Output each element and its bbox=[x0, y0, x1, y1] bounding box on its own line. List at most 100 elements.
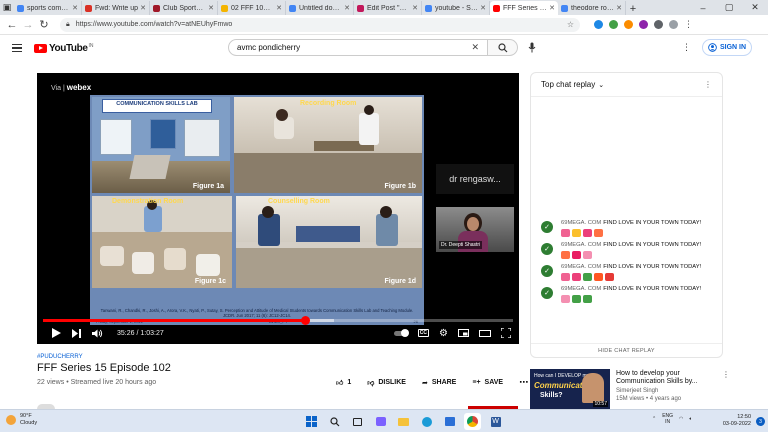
like-button[interactable]: 👍︎ 1 bbox=[336, 377, 351, 388]
chevron-down-icon[interactable]: ⌄ bbox=[598, 81, 604, 89]
browser-tab[interactable]: 02 FFF 102 - Go✕ bbox=[218, 1, 286, 15]
chat-title: Top chat replay bbox=[541, 80, 596, 89]
save-button[interactable]: ≡+ SAVE bbox=[472, 377, 503, 388]
chat-menu-icon[interactable]: ⋮ bbox=[704, 80, 712, 89]
youtube-logo[interactable]: YouTube IN bbox=[34, 43, 94, 54]
video-player[interactable]: Via | webex COMMUNICATION SKILLS LAB Fig… bbox=[37, 73, 519, 344]
bookmark-star-icon[interactable]: ☆ bbox=[567, 20, 574, 29]
maximize-icon[interactable]: ▢ bbox=[716, 2, 742, 13]
chat-author[interactable]: 69MEGA. COM bbox=[561, 286, 601, 292]
reload-icon[interactable]: ↻ bbox=[36, 18, 52, 31]
forward-icon[interactable]: → bbox=[20, 19, 36, 31]
verified-check-icon[interactable]: ✓ bbox=[541, 243, 553, 255]
browser-tab-strip: ▣ sports committee✕Fwd: Write up✕Club Sp… bbox=[0, 0, 768, 15]
edge-browser-icon[interactable] bbox=[418, 413, 435, 430]
microphone-icon[interactable] bbox=[526, 41, 538, 53]
share-button[interactable]: ➦ SHARE bbox=[422, 377, 456, 388]
close-tab-icon[interactable]: ✕ bbox=[208, 4, 214, 12]
new-tab-button[interactable]: + bbox=[626, 3, 640, 15]
clock[interactable]: 12:50 03-09-2022 bbox=[719, 414, 751, 428]
subtitles-icon[interactable]: CC bbox=[417, 329, 430, 337]
browser-tab[interactable]: theodore roose ✕ bbox=[558, 1, 626, 15]
windows-start-icon[interactable] bbox=[303, 413, 320, 430]
more-actions-icon[interactable]: ⋯ bbox=[519, 377, 528, 388]
close-window-icon[interactable]: ✕ bbox=[742, 2, 768, 13]
chat-app-icon[interactable] bbox=[372, 413, 389, 430]
search-icon[interactable] bbox=[326, 413, 343, 430]
close-tab-icon[interactable]: ✕ bbox=[276, 4, 282, 12]
menu-dots-icon[interactable]: ⋮ bbox=[684, 19, 693, 30]
chat-author[interactable]: 69MEGA. COM bbox=[561, 242, 601, 248]
extension-icon[interactable] bbox=[624, 20, 633, 29]
close-tab-icon[interactable]: ✕ bbox=[412, 4, 418, 12]
tab-title: FFF Series 15 E bbox=[503, 4, 548, 12]
chrome-icon[interactable] bbox=[464, 413, 481, 430]
search-input[interactable]: avmc pondicherry ✕ bbox=[228, 39, 488, 56]
autoplay-toggle[interactable] bbox=[393, 328, 409, 337]
browser-tab[interactable]: youtube - Sear ✕ bbox=[422, 1, 490, 15]
like-count: 1 bbox=[347, 379, 352, 386]
browser-tab[interactable]: Club Sports - H ✕ bbox=[150, 1, 218, 15]
close-tab-icon[interactable]: ✕ bbox=[480, 4, 486, 12]
recommended-title[interactable]: How to develop your Communication Skills… bbox=[616, 370, 726, 386]
profile-avatar[interactable] bbox=[669, 20, 678, 29]
puzzle-icon[interactable] bbox=[654, 20, 663, 29]
tab-actions-icon[interactable]: ▣ bbox=[0, 0, 14, 15]
close-tab-icon[interactable]: ✕ bbox=[72, 4, 78, 12]
task-view-icon[interactable] bbox=[349, 413, 366, 430]
miniplayer-icon[interactable] bbox=[458, 324, 469, 342]
close-tab-icon[interactable]: ✕ bbox=[549, 4, 555, 12]
browser-tab[interactable]: Fwd: Write up ✕ bbox=[82, 1, 150, 15]
recommended-menu-icon[interactable]: ⋮ bbox=[722, 370, 730, 379]
video-thumbnail[interactable]: How can I DEVELOP my Communication Skill… bbox=[530, 369, 610, 409]
chat-author[interactable]: 69MEGA. COM bbox=[561, 264, 601, 270]
next-icon[interactable] bbox=[67, 324, 85, 342]
extension-icon[interactable] bbox=[609, 20, 618, 29]
browser-tab[interactable]: sports committee✕ bbox=[14, 1, 82, 15]
close-tab-icon[interactable]: ✕ bbox=[140, 4, 146, 12]
video-hashtag[interactable]: #PUDUCHERRY bbox=[37, 354, 83, 360]
notification-badge[interactable]: 3 bbox=[756, 417, 765, 426]
verified-check-icon[interactable]: ✓ bbox=[541, 265, 553, 277]
close-tab-icon[interactable]: ✕ bbox=[344, 4, 350, 12]
sign-in-button[interactable]: SIGN IN bbox=[702, 39, 752, 56]
verified-check-icon[interactable]: ✓ bbox=[541, 287, 553, 299]
wifi-icon[interactable]: ◠ bbox=[679, 416, 683, 422]
file-explorer-icon[interactable] bbox=[395, 413, 412, 430]
hamburger-menu-icon[interactable] bbox=[12, 44, 22, 52]
volume-icon[interactable]: 🔈︎ bbox=[689, 416, 692, 422]
hide-chat-button[interactable]: HIDE CHAT REPLAY bbox=[531, 343, 722, 357]
via-label: Via bbox=[51, 85, 61, 92]
browser-tab[interactable]: FFF Series 15 E✕ bbox=[490, 1, 558, 15]
extension-icon[interactable] bbox=[639, 20, 648, 29]
word-icon[interactable]: W bbox=[487, 413, 504, 430]
progress-bar[interactable] bbox=[43, 316, 513, 325]
weather-widget[interactable]: 90°F Cloudy bbox=[6, 413, 37, 427]
clear-search-icon[interactable]: ✕ bbox=[471, 42, 479, 53]
chevron-up-icon[interactable]: ⌃ bbox=[652, 416, 656, 422]
tab-favicon bbox=[153, 4, 160, 12]
extension-icon[interactable] bbox=[594, 20, 603, 29]
browser-tab[interactable]: Untitled docum ✕ bbox=[286, 1, 354, 15]
browser-tab[interactable]: Edit Post "Sepr ✕ bbox=[354, 1, 422, 15]
address-bar[interactable]: 🔒︎ https://www.youtube.com/watch?v=atNEU… bbox=[60, 17, 580, 32]
volume-icon[interactable] bbox=[89, 324, 105, 342]
theater-mode-icon[interactable] bbox=[479, 324, 491, 342]
dislike-button[interactable]: 👎︎ DISLIKE bbox=[367, 377, 406, 388]
settings-dots-icon[interactable]: ⋮ bbox=[682, 42, 691, 53]
language-indicator[interactable]: ENG IN bbox=[662, 413, 673, 425]
fullscreen-icon[interactable] bbox=[501, 324, 511, 342]
chat-header[interactable]: Top chat replay ⌄ ⋮ bbox=[531, 73, 722, 97]
minimize-icon[interactable]: – bbox=[690, 3, 716, 13]
close-tab-icon[interactable]: ✕ bbox=[616, 4, 622, 12]
settings-gear-icon[interactable]: ⚙ bbox=[439, 324, 448, 342]
recommended-channel[interactable]: Simerjeet Singh bbox=[616, 388, 658, 394]
play-icon[interactable] bbox=[45, 324, 67, 342]
chat-author[interactable]: 69MEGA. COM bbox=[561, 220, 601, 226]
tab-favicon bbox=[17, 4, 24, 12]
search-button[interactable] bbox=[488, 39, 518, 56]
verified-check-icon[interactable]: ✓ bbox=[541, 221, 553, 233]
store-icon[interactable] bbox=[441, 413, 458, 430]
back-icon[interactable]: ← bbox=[4, 19, 20, 31]
recommended-video[interactable]: How can I DEVELOP my Communication Skill… bbox=[530, 369, 730, 409]
